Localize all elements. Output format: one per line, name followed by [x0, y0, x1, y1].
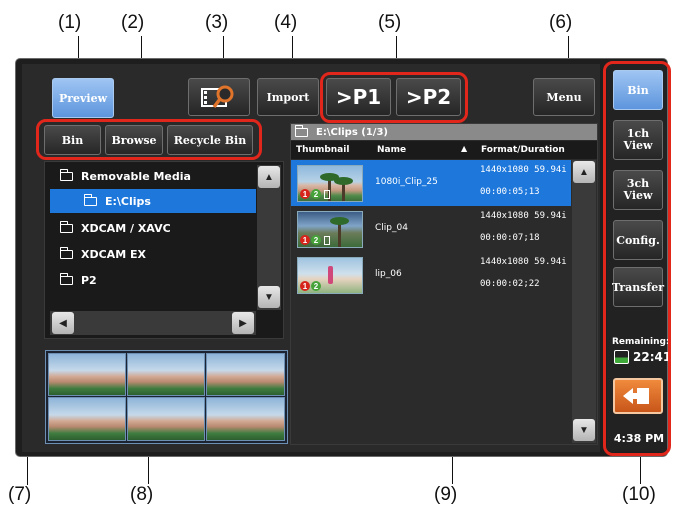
clip-thumbnail: 1 2 — [297, 211, 363, 248]
callout-1: (1) — [58, 12, 82, 33]
clip-row[interactable]: 1 2 1080i_Clip_25 1440x1080 59.94i 00:00… — [291, 160, 571, 206]
callout-8: (8) — [130, 484, 154, 505]
storyboard-frame[interactable] — [127, 353, 205, 396]
tree-horizontal-scrollbar[interactable] — [50, 311, 256, 335]
clip-format: 1440x1080 59.94i — [480, 211, 567, 221]
tree-scroll-up-button[interactable]: ▲ — [258, 166, 280, 188]
storyboard-frame[interactable] — [206, 353, 285, 396]
tree-scroll-right-button[interactable]: ▶ — [232, 312, 254, 334]
clip-duration: 00:00:05;13 — [480, 187, 540, 197]
film-strip-icon — [324, 236, 330, 245]
column-header-name[interactable]: Name — [377, 145, 406, 155]
clip-duration: 00:00:07;18 — [480, 233, 540, 243]
tree-item-label: XDCAM / XAVC — [81, 221, 171, 235]
preview-button[interactable]: Preview — [52, 78, 114, 118]
film-search-icon — [201, 85, 234, 109]
storyboard-frame[interactable] — [206, 397, 285, 441]
tree-item-p2[interactable]: P2 — [46, 268, 256, 292]
column-header-format-duration[interactable]: Format/Duration — [481, 145, 565, 155]
callout-10: (10) — [622, 484, 656, 505]
column-header-thumbnail[interactable]: Thumbnail — [296, 145, 349, 155]
tree-scroll-left-button[interactable]: ◀ — [52, 312, 74, 334]
clip-list-body: 1 2 1080i_Clip_25 1440x1080 59.94i 00:00… — [291, 160, 571, 444]
tree-item-label: E:\Clips — [105, 194, 151, 208]
menu-button[interactable]: Menu — [533, 78, 595, 116]
clip-name: 1080i_Clip_25 — [375, 177, 438, 187]
clip-name: lip_06 — [375, 269, 402, 279]
palm-tree-shape — [334, 177, 353, 201]
clip-list-scroll-down-button[interactable]: ▼ — [573, 419, 595, 441]
clip-format: 1440x1080 59.94i — [480, 257, 567, 267]
callout-4: (4) — [274, 12, 298, 33]
clip-format: 1440x1080 59.94i — [480, 165, 567, 175]
callout-5: (5) — [378, 12, 402, 33]
callout-2: (2) — [121, 12, 145, 33]
sort-ascending-icon: ▲ — [461, 144, 468, 153]
clip-list-path: E:\Clips (1/3) — [316, 126, 388, 138]
channel-1-badge: 1 — [300, 235, 310, 245]
p1-p2-highlight — [320, 72, 468, 123]
clip-thumbnail: 1 2 — [297, 165, 363, 202]
film-strip-icon — [324, 190, 330, 199]
channel-2-badge: 2 — [311, 189, 321, 199]
palm-tree-shape — [330, 217, 349, 247]
folder-icon — [83, 193, 97, 206]
clip-search-button[interactable] — [188, 78, 250, 116]
folder-icon — [59, 168, 73, 181]
import-button[interactable]: Import — [257, 78, 319, 116]
clip-thumbnail: 1 2 — [297, 257, 363, 294]
clip-list-path-bar: E:\Clips (1/3) — [291, 124, 597, 140]
clip-list-scrollbar[interactable] — [572, 160, 596, 443]
sidebar-highlight — [603, 61, 671, 456]
clip-list-header: Thumbnail Name ▲ Format/Duration — [291, 141, 597, 159]
tree-item-xdcam-ex[interactable]: XDCAM EX — [46, 242, 256, 266]
folder-tree: Removable Media E:\Clips XDCAM / XAVC XD… — [46, 163, 256, 308]
folder-icon — [294, 124, 308, 137]
clip-duration: 00:00:02;22 — [480, 279, 540, 289]
channel-2-badge: 2 — [311, 281, 321, 291]
clip-row[interactable]: 1 2 Clip_04 1440x1080 59.94i 00:00:07;18 — [291, 206, 571, 252]
storyboard-frame[interactable] — [48, 353, 126, 396]
storyboard-frame[interactable] — [48, 397, 126, 441]
tree-item-xdcam-xavc[interactable]: XDCAM / XAVC — [46, 216, 256, 240]
callout-3: (3) — [205, 12, 229, 33]
clip-row[interactable]: 1 2 lip_06 1440x1080 59.94i 00:00:02;22 — [291, 252, 571, 298]
person-figure — [328, 266, 333, 284]
callout-6: (6) — [549, 12, 573, 33]
channel-1-badge: 1 — [300, 189, 310, 199]
tree-item-label: Removable Media — [81, 169, 191, 183]
folder-icon — [59, 220, 73, 233]
tree-item-label: XDCAM EX — [81, 247, 146, 261]
tree-item-removable-media[interactable]: Removable Media — [46, 164, 256, 188]
clip-list-scroll-up-button[interactable]: ▲ — [573, 161, 595, 183]
tree-scroll-down-button[interactable]: ▼ — [258, 286, 280, 308]
clip-name: Clip_04 — [375, 223, 408, 233]
folder-icon — [59, 272, 73, 285]
storyboard-preview[interactable] — [45, 350, 288, 444]
folder-icon — [59, 246, 73, 259]
callout-7: (7) — [8, 484, 32, 505]
tabs-highlight — [36, 119, 262, 160]
callout-9: (9) — [434, 484, 458, 505]
channel-1-badge: 1 — [300, 281, 310, 291]
channel-2-badge: 2 — [311, 235, 321, 245]
tree-item-e-clips[interactable]: E:\Clips — [50, 189, 256, 213]
tree-item-label: P2 — [81, 273, 97, 287]
storyboard-frame[interactable] — [127, 397, 205, 441]
